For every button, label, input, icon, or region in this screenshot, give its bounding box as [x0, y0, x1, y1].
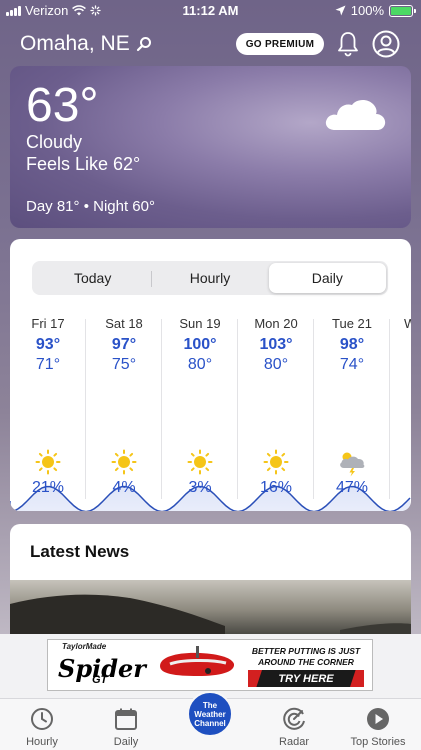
day-precip: 21%: [31, 479, 65, 496]
day-low-temp: 80°: [263, 356, 289, 373]
bell-icon[interactable]: [337, 31, 359, 57]
day-precip: 47%: [335, 479, 369, 496]
tab-today[interactable]: Today: [34, 263, 151, 293]
location-selector[interactable]: Omaha, NE: [20, 32, 152, 56]
tab-divider: [151, 271, 153, 287]
putter-image: [160, 646, 235, 676]
day-precip: 4%: [112, 479, 136, 496]
banner-ad[interactable]: TaylorMade Spider GT BETTER PUTTING IS J…: [47, 639, 373, 691]
tab-label: Daily: [113, 736, 139, 748]
ad-strip: TaylorMade Spider GT BETTER PUTTING IS J…: [0, 634, 421, 698]
current-conditions-card[interactable]: 63° Cloudy Feels Like 62° Day 81° • Nigh…: [10, 66, 411, 228]
ad-cta-button[interactable]: TRY HERE: [248, 670, 364, 687]
tab-daily-nav[interactable]: Daily: [84, 699, 168, 750]
day-name: W: [404, 316, 411, 331]
ad-headline-2: AROUND THE CORNER: [258, 657, 354, 667]
day-high-temp: 98°: [339, 336, 365, 353]
tab-hourly-nav[interactable]: Hourly: [0, 699, 84, 750]
forecast-tab-control: Today Hourly Daily: [32, 261, 388, 295]
ad-brand: TaylorMade: [62, 642, 107, 651]
day-night-temps: Day 81° • Night 60°: [26, 198, 155, 215]
feels-like: Feels Like 62°: [26, 154, 141, 174]
play-icon: [336, 707, 420, 731]
tab-daily[interactable]: Daily: [268, 263, 386, 293]
ad-product-sub: GT: [92, 674, 108, 686]
news-card[interactable]: Latest News: [10, 524, 411, 634]
day-column[interactable]: Tue 21 98° 74° 47%: [314, 309, 390, 509]
battery-percent: 100%: [350, 3, 384, 18]
day-name: Sun 19: [179, 316, 221, 331]
profile-icon[interactable]: [372, 30, 400, 58]
calendar-icon: [84, 707, 168, 731]
logo-text: The Weather Channel: [194, 700, 226, 728]
battery-icon: [389, 4, 416, 17]
day-low-temp: 71°: [35, 356, 61, 373]
sun-icon: [162, 449, 238, 475]
forecast-card: Today Hourly Daily Fri 17 93° 71° 21% Sa…: [10, 239, 411, 511]
tab-label: Top Stories: [350, 736, 406, 748]
header: Omaha, NE GO PREMIUM: [0, 28, 421, 64]
news-image-landscape: [10, 594, 411, 634]
day-name: Fri 17: [31, 316, 65, 331]
day-high-temp: 93°: [35, 336, 61, 353]
sun-icon: [238, 449, 314, 475]
day-column[interactable]: Sun 19 100° 80° 3%: [162, 309, 238, 509]
day-column[interactable]: Mon 20 103° 80° 16%: [238, 309, 314, 509]
clock-icon: [0, 707, 84, 731]
day-high-temp: 97°: [111, 336, 137, 353]
tab-hourly-label: Hourly: [189, 270, 231, 286]
sun-icon: [10, 449, 86, 475]
day-name: Tue 21: [332, 316, 372, 331]
tab-radar-nav[interactable]: Radar: [252, 699, 336, 750]
news-image[interactable]: [10, 580, 411, 634]
go-premium-button[interactable]: GO PREMIUM: [236, 33, 324, 55]
tab-top-stories-nav[interactable]: Top Stories: [336, 699, 420, 750]
current-condition: Cloudy: [26, 132, 83, 152]
daily-forecast-list: Fri 17 93° 71° 21% Sat 18 97° 75° 4% Sun…: [10, 309, 411, 511]
sun-icon: [86, 449, 162, 475]
ad-cta-label: TRY HERE: [278, 672, 334, 685]
cloud-icon: [325, 99, 386, 130]
search-icon[interactable]: [136, 36, 152, 52]
day-high-temp: 103°: [259, 336, 293, 353]
tab-label: Hourly: [26, 736, 58, 748]
thunderstorm-icon: [314, 449, 390, 477]
news-section-title: Latest News: [30, 542, 130, 561]
day-low-temp: 80°: [187, 356, 213, 373]
day-column[interactable]: W: [390, 309, 411, 509]
current-temp: 63°: [26, 79, 99, 132]
day-column[interactable]: Fri 17 93° 71° 21%: [10, 309, 86, 509]
ad-headline-1: BETTER PUTTING IS JUST: [251, 646, 361, 656]
day-name: Sat 18: [105, 316, 143, 331]
weather-channel-logo[interactable]: The Weather Channel: [187, 691, 233, 737]
status-bar: Verizon 11:12 AM 100%: [0, 0, 421, 22]
location-arrow-icon: [335, 5, 346, 16]
day-high-temp: 100°: [183, 336, 217, 353]
location-label: Omaha, NE: [20, 32, 130, 55]
day-name: Mon 20: [254, 316, 298, 331]
day-low-temp: 74°: [339, 356, 365, 373]
status-right: 100%: [335, 3, 416, 18]
radar-icon: [252, 707, 336, 731]
tab-label: Radar: [279, 736, 309, 748]
day-precip: 16%: [259, 479, 293, 496]
day-low-temp: 75°: [111, 356, 137, 373]
battery-fill: [391, 6, 411, 15]
bottom-tab-bar: Hourly Daily The Weather Channel Radar T…: [0, 691, 421, 750]
day-column[interactable]: Sat 18 97° 75° 4%: [86, 309, 162, 509]
tab-hourly[interactable]: Hourly: [151, 263, 268, 293]
day-precip: 3%: [188, 479, 212, 496]
